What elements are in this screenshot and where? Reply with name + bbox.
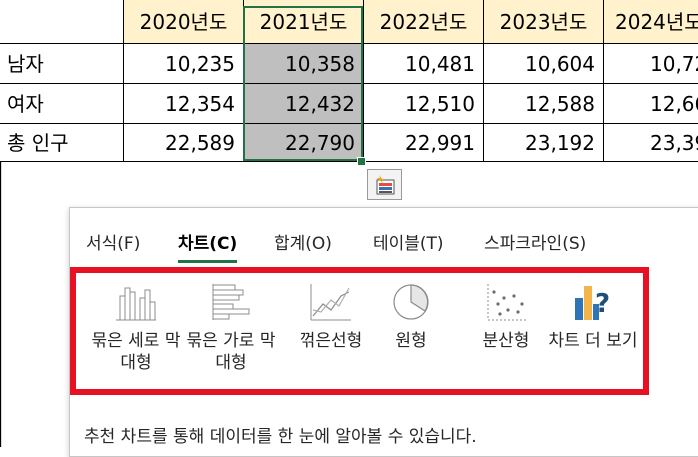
data-cell[interactable]: 12,666 (604, 84, 698, 124)
chart-option-pie[interactable]: 원형 (376, 282, 446, 352)
cell-value: 23,192 (525, 130, 595, 155)
active-tab-indicator (178, 260, 237, 263)
quick-analysis-button[interactable] (367, 169, 402, 200)
data-cell[interactable]: 12,354 (124, 84, 244, 124)
data-cell[interactable]: 12,588 (484, 84, 604, 124)
row-label-total[interactable]: 총 인구 (0, 124, 124, 162)
header-cell-2021[interactable]: 2021년도 (244, 0, 364, 44)
tab-sparklines[interactable]: 스파크라인(S) (484, 229, 586, 254)
panel-description: 추천 차트를 통해 데이터를 한 눈에 알아볼 수 있습니다. (84, 427, 477, 447)
cell-value: 10,727 (650, 51, 698, 76)
data-cell-selected[interactable]: 10,358 (244, 44, 364, 84)
cell-value: 22,991 (405, 130, 475, 155)
pie-chart-icon (393, 284, 429, 320)
chart-option-label: 묶은 가로 막대형 (186, 331, 276, 373)
chart-option-label: 분산형 (482, 331, 530, 351)
header-cell-2020[interactable]: 2020년도 (124, 0, 244, 44)
line-chart-icon (310, 284, 351, 321)
chart-option-clustered-bar[interactable]: 묶은 가로 막대형 (186, 282, 276, 374)
cell-value: 10,358 (285, 51, 355, 76)
header-cell-2023[interactable]: 2023년도 (484, 0, 604, 44)
header-label: 2022년도 (379, 9, 468, 34)
cell-value: 12,666 (650, 91, 698, 116)
cell-value: 12,588 (525, 91, 595, 116)
row-label: 여자 (7, 91, 44, 116)
svg-text:?: ? (595, 289, 610, 319)
more-charts-icon: ? (575, 286, 610, 320)
cell-value: 12,432 (285, 91, 355, 116)
chart-option-label: 원형 (395, 331, 427, 351)
grid-column-line (1, 162, 2, 447)
clustered-bar-chart-icon (212, 284, 250, 320)
chart-option-line[interactable]: 꺾은선형 (286, 282, 376, 352)
cell-value: 12,354 (165, 91, 235, 116)
row-label: 총 인구 (7, 130, 69, 155)
data-cell[interactable]: 12,510 (364, 84, 484, 124)
cell-value: 12,510 (405, 91, 475, 116)
data-cell[interactable]: 23,192 (484, 124, 604, 162)
tab-tables[interactable]: 테이블(T) (373, 229, 444, 254)
quick-analysis-icon (376, 174, 394, 194)
fill-handle[interactable] (357, 157, 366, 166)
data-cell[interactable]: 10,604 (484, 44, 604, 84)
quick-analysis-panel: 서식(F) 차트(C) 합계(O) 테이블(T) 스파크라인(S) 묶은 세로 … (69, 207, 698, 457)
data-cell[interactable]: 10,235 (124, 44, 244, 84)
header-label: 2023년도 (499, 9, 588, 34)
chart-option-label: 꺾은선형 (299, 331, 363, 351)
tab-formatting[interactable]: 서식(F) (86, 229, 140, 254)
cell-value: 22,589 (165, 130, 235, 155)
cell-value: 10,604 (525, 51, 595, 76)
chart-option-more-charts[interactable]: ? 차트 더 보기 (548, 282, 638, 352)
cell-value: 22,790 (285, 130, 355, 155)
row-label-male[interactable]: 남자 (0, 44, 124, 84)
clustered-column-chart-icon (116, 287, 156, 321)
data-cell-selected[interactable]: 12,432 (244, 84, 364, 124)
cell-value: 10,235 (165, 51, 235, 76)
cell-value: 10,481 (405, 51, 475, 76)
header-label: 2024년도 (615, 9, 698, 34)
chart-option-label: 묶은 세로 막대형 (91, 331, 181, 373)
chart-option-label: 차트 더 보기 (548, 331, 638, 351)
header-cell-2022[interactable]: 2022년도 (364, 0, 484, 44)
header-label: 2021년도 (259, 9, 348, 34)
row-label-female[interactable]: 여자 (0, 84, 124, 124)
chart-option-scatter[interactable]: 분산형 (466, 282, 546, 352)
row-label: 남자 (7, 51, 44, 76)
spreadsheet-grid: 2020년도 2021년도 2022년도 2023년도 2024년도 남자 10… (0, 0, 698, 162)
data-cell[interactable]: 23,393 (604, 124, 698, 162)
data-cell[interactable]: 22,991 (364, 124, 484, 162)
scatter-chart-icon (487, 284, 526, 321)
cell-value: 23,393 (650, 130, 698, 155)
header-corner-cell[interactable] (0, 0, 124, 44)
header-label: 2020년도 (139, 9, 228, 34)
data-cell-selected[interactable]: 22,790 (244, 124, 364, 162)
data-cell[interactable]: 10,727 (604, 44, 698, 84)
chart-option-clustered-column[interactable]: 묶은 세로 막대형 (86, 282, 186, 374)
tab-totals[interactable]: 합계(O) (274, 229, 332, 254)
header-cell-2024[interactable]: 2024년도 (604, 0, 698, 44)
tab-charts[interactable]: 차트(C) (178, 229, 237, 254)
data-cell[interactable]: 10,481 (364, 44, 484, 84)
data-cell[interactable]: 22,589 (124, 124, 244, 162)
